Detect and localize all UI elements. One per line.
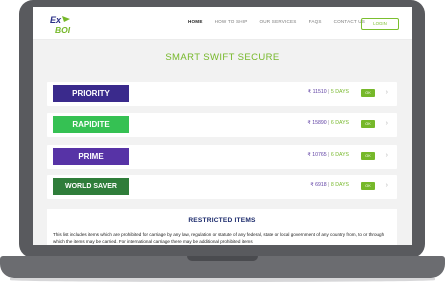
nav-home[interactable]: HOME	[188, 19, 203, 24]
delivery-days: 6 DAYS	[330, 152, 349, 158]
chevron-right-icon[interactable]: ›	[386, 151, 388, 161]
laptop-shadow	[10, 278, 435, 282]
chevron-right-icon[interactable]: ›	[386, 88, 388, 98]
restricted-title: RESTRICTED ITEMS	[188, 217, 256, 224]
logo-text-top: Ex	[50, 15, 62, 25]
service-row-priority[interactable]: PRIORITY ₹ 11510 | 5 DAYS OK ›	[47, 82, 397, 106]
page-title: SMART SWIFT SECURE	[165, 52, 280, 63]
price-value: ₹ 15890	[307, 120, 327, 126]
laptop-base-notch	[187, 256, 258, 261]
logo-arrow-icon	[62, 16, 70, 22]
ok-button[interactable]: OK	[361, 152, 375, 160]
login-button[interactable]: LOGIN	[361, 18, 399, 30]
delivery-days: 5 DAYS	[330, 89, 349, 95]
logo-text-bottom: BOI	[55, 25, 71, 35]
nav-our-services[interactable]: OUR SERVICES	[260, 19, 297, 24]
exboi-logo[interactable]: Ex BOI	[48, 13, 76, 35]
price-value: ₹ 11510	[307, 89, 327, 95]
service-price: ₹ 6918 | 8 DAYS	[310, 182, 349, 188]
service-badge: PRIME	[53, 148, 129, 165]
delivery-days: 8 DAYS	[330, 182, 349, 188]
chevron-right-icon[interactable]: ›	[386, 181, 388, 191]
service-badge: WORLD SAVER	[53, 178, 129, 195]
price-value: ₹ 6918	[310, 182, 327, 188]
chevron-right-icon[interactable]: ›	[386, 119, 388, 129]
nav-faqs[interactable]: FAQS	[309, 19, 322, 24]
service-row-prime[interactable]: PRIME ₹ 10765 | 6 DAYS OK ›	[47, 145, 397, 169]
laptop-screen: Ex BOI HOME HOW TO SHIP OUR SERVICES FAQ…	[33, 7, 412, 245]
nav-how-to-ship[interactable]: HOW TO SHIP	[215, 19, 248, 24]
ok-button[interactable]: OK	[361, 120, 375, 128]
ok-button[interactable]: OK	[361, 182, 375, 190]
site-header: Ex BOI HOME HOW TO SHIP OUR SERVICES FAQ…	[33, 7, 412, 40]
service-price: ₹ 15890 | 6 DAYS	[307, 120, 349, 126]
service-price: ₹ 10765 | 6 DAYS	[307, 152, 349, 158]
service-price: ₹ 11510 | 5 DAYS	[307, 89, 349, 95]
restricted-items-panel: RESTRICTED ITEMS This list includes item…	[47, 209, 397, 245]
price-value: ₹ 10765	[307, 152, 327, 158]
ok-button[interactable]: OK	[361, 89, 375, 97]
delivery-days: 6 DAYS	[330, 120, 349, 126]
restricted-text: This list includes items which are prohi…	[53, 232, 385, 245]
service-badge: PRIORITY	[53, 85, 129, 102]
service-badge: RAPIDITE	[53, 116, 129, 133]
main-nav: HOME HOW TO SHIP OUR SERVICES FAQS CONTA…	[188, 19, 377, 24]
service-row-world-saver[interactable]: WORLD SAVER ₹ 6918 | 8 DAYS OK ›	[47, 175, 397, 199]
service-row-rapidite[interactable]: RAPIDITE ₹ 15890 | 6 DAYS OK ›	[47, 113, 397, 137]
